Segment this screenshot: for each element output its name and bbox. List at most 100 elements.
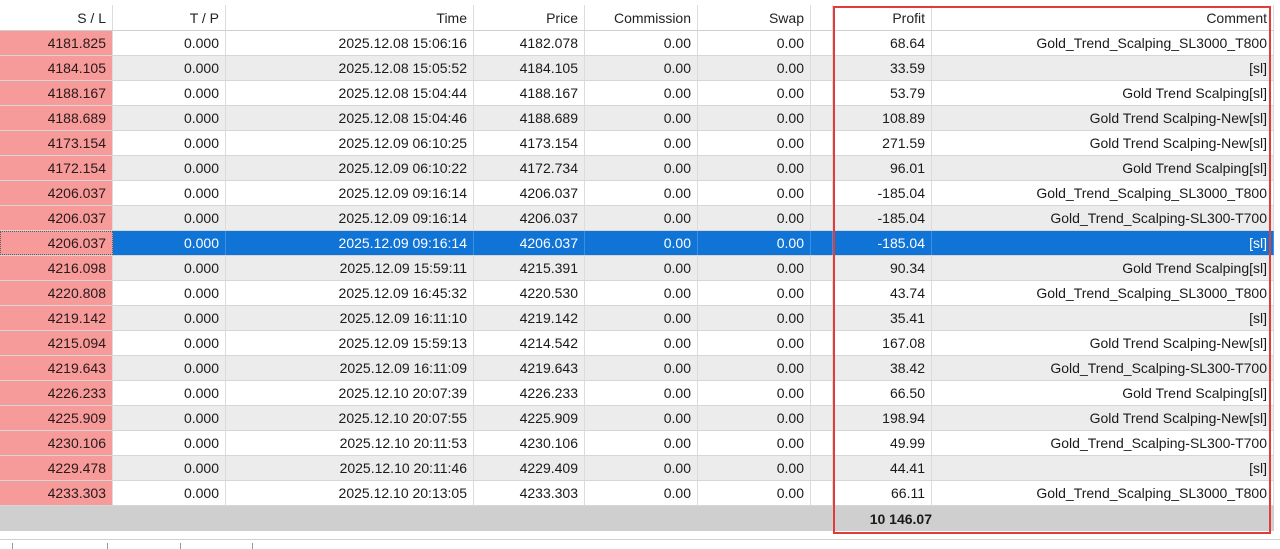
cell-price: 4219.142: [474, 306, 585, 330]
table-row[interactable]: 4215.094 0.000 2025.12.09 15:59:13 4214.542…: [0, 331, 1274, 356]
cell-price: 4188.689: [474, 106, 585, 130]
cell-price: 4220.530: [474, 281, 585, 305]
status-divider: [107, 543, 108, 549]
table-row[interactable]: 4172.154 0.000 2025.12.09 06:10:22 4172.734…: [0, 156, 1274, 181]
cell-tp: 0.000: [113, 206, 226, 230]
cell-tp: 0.000: [113, 281, 226, 305]
cell-time: 2025.12.10 20:11:53: [226, 431, 474, 455]
column-header-comment[interactable]: Comment: [932, 5, 1274, 30]
cell-spacer: [811, 56, 833, 80]
table-row[interactable]: 4230.106 0.000 2025.12.10 20:11:53 4230.106…: [0, 431, 1274, 456]
cell-comment: Gold Trend Scalping-New[sl]: [932, 406, 1274, 430]
cell-time: 2025.12.08 15:05:52: [226, 56, 474, 80]
cell-spacer: [811, 331, 833, 355]
cell-tp: 0.000: [113, 106, 226, 130]
cell-tp: 0.000: [113, 56, 226, 80]
cell-tp: 0.000: [113, 431, 226, 455]
cell-sl: 4229.478: [0, 456, 113, 480]
cell-swap: 0.00: [698, 306, 811, 330]
cell-spacer: [811, 406, 833, 430]
table-row[interactable]: 4225.909 0.000 2025.12.10 20:07:55 4225.909…: [0, 406, 1274, 431]
table-row[interactable]: 4219.142 0.000 2025.12.09 16:11:10 4219.142…: [0, 306, 1274, 331]
cell-time: 2025.12.09 06:10:25: [226, 131, 474, 155]
cell-price: 4233.303: [474, 481, 585, 505]
cell-sl: 4215.094: [0, 331, 113, 355]
table-row[interactable]: 4173.154 0.000 2025.12.09 06:10:25 4173.154…: [0, 131, 1274, 156]
column-header-profit[interactable]: Profit: [833, 5, 932, 30]
cell-price: 4225.909: [474, 406, 585, 430]
cell-profit: 198.94: [833, 406, 932, 430]
cell-tp: 0.000: [113, 331, 226, 355]
table-row[interactable]: 4220.808 0.000 2025.12.09 16:45:32 4220.530…: [0, 281, 1274, 306]
cell-tp: 0.000: [113, 456, 226, 480]
cell-sl: 4188.689: [0, 106, 113, 130]
cell-comment: Gold Trend Scalping-New[sl]: [932, 331, 1274, 355]
table-row[interactable]: 4206.037 0.000 2025.12.09 09:16:14 4206.037…: [0, 181, 1274, 206]
cell-sl: 4233.303: [0, 481, 113, 505]
cell-commission: 0.00: [585, 156, 698, 180]
cell-sl: 4206.037: [0, 206, 113, 230]
cell-price: 4230.106: [474, 431, 585, 455]
cell-tp: 0.000: [113, 81, 226, 105]
cell-spacer: [811, 81, 833, 105]
cell-spacer: [811, 481, 833, 505]
cell-comment: Gold Trend Scalping-New[sl]: [932, 131, 1274, 155]
column-header-time[interactable]: Time: [226, 5, 474, 30]
column-header-price[interactable]: Price: [474, 5, 585, 30]
table-row[interactable]: 4181.825 0.000 2025.12.08 15:06:16 4182.078…: [0, 31, 1274, 56]
cell-swap: 0.00: [698, 56, 811, 80]
cell-price: 4173.154: [474, 131, 585, 155]
cell-tp: 0.000: [113, 231, 226, 255]
cell-price: 4219.643: [474, 356, 585, 380]
column-header-sl[interactable]: S / L: [0, 5, 113, 30]
cell-commission: 0.00: [585, 131, 698, 155]
total-spacer: [0, 506, 841, 531]
total-profit: 10 146.07: [869, 510, 932, 527]
table-row[interactable]: 4229.478 0.000 2025.12.10 20:11:46 4229.409…: [0, 456, 1274, 481]
cell-spacer: [811, 356, 833, 380]
cell-swap: 0.00: [698, 356, 811, 380]
table-row[interactable]: 4206.037 0.000 2025.12.09 09:16:14 4206.037…: [0, 231, 1274, 256]
cell-spacer: [811, 256, 833, 280]
cell-tp: 0.000: [113, 406, 226, 430]
cell-price: 4172.734: [474, 156, 585, 180]
column-header-spacer: [811, 5, 833, 30]
column-header-swap[interactable]: Swap: [698, 5, 811, 30]
table-row[interactable]: 4233.303 0.000 2025.12.10 20:13:05 4233.303…: [0, 481, 1274, 506]
cell-profit: -185.04: [833, 206, 932, 230]
cell-profit: 68.64: [833, 31, 932, 55]
cell-tp: 0.000: [113, 481, 226, 505]
table-row[interactable]: 4219.643 0.000 2025.12.09 16:11:09 4219.643…: [0, 356, 1274, 381]
cell-spacer: [811, 281, 833, 305]
cell-swap: 0.00: [698, 256, 811, 280]
table-row[interactable]: 4188.167 0.000 2025.12.08 15:04:44 4188.167…: [0, 81, 1274, 106]
cell-comment: [sl]: [932, 56, 1274, 80]
cell-sl: 4173.154: [0, 131, 113, 155]
cell-commission: 0.00: [585, 356, 698, 380]
cell-tp: 0.000: [113, 156, 226, 180]
cell-comment: [sl]: [932, 456, 1274, 480]
cell-profit: 53.79: [833, 81, 932, 105]
cell-profit: 167.08: [833, 331, 932, 355]
table-row[interactable]: 4226.233 0.000 2025.12.10 20:07:39 4226.233…: [0, 381, 1274, 406]
cell-sl: 4220.808: [0, 281, 113, 305]
cell-spacer: [811, 306, 833, 330]
table-row[interactable]: 4206.037 0.000 2025.12.09 09:16:14 4206.037…: [0, 206, 1274, 231]
cell-swap: 0.00: [698, 431, 811, 455]
cell-time: 2025.12.09 15:59:13: [226, 331, 474, 355]
cell-time: 2025.12.09 16:11:10: [226, 306, 474, 330]
cell-time: 2025.12.09 09:16:14: [226, 231, 474, 255]
table-row[interactable]: 4184.105 0.000 2025.12.08 15:05:52 4184.105…: [0, 56, 1274, 81]
cell-spacer: [811, 431, 833, 455]
cell-swap: 0.00: [698, 206, 811, 230]
cell-spacer: [811, 381, 833, 405]
column-header-tp[interactable]: T / P: [113, 5, 226, 30]
cell-swap: 0.00: [698, 381, 811, 405]
table-row[interactable]: 4216.098 0.000 2025.12.09 15:59:11 4215.391…: [0, 256, 1274, 281]
cell-sl: 4225.909: [0, 406, 113, 430]
table-row[interactable]: 4188.689 0.000 2025.12.08 15:04:46 4188.689…: [0, 106, 1274, 131]
cell-spacer: [811, 181, 833, 205]
column-header-commission[interactable]: Commission: [585, 5, 698, 30]
cell-commission: 0.00: [585, 31, 698, 55]
cell-profit: 33.59: [833, 56, 932, 80]
